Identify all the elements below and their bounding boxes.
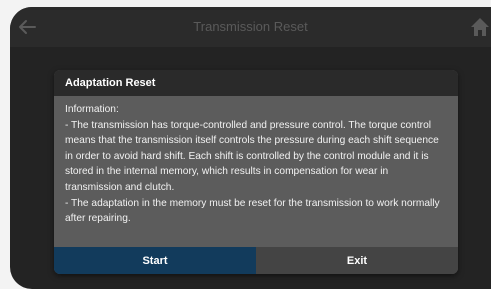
- info-heading: Information:: [65, 104, 119, 115]
- dialog-button-row: Start Exit: [54, 247, 458, 274]
- dialog-body: Information: - The transmission has torq…: [54, 96, 458, 247]
- exit-button[interactable]: Exit: [256, 247, 458, 274]
- home-icon: [471, 18, 489, 36]
- screen-title: Transmission Reset: [193, 19, 308, 34]
- info-paragraph: - The adaptation in the memory must be r…: [65, 197, 440, 225]
- app-screen: Transmission Reset Adaptation Reset Info…: [10, 7, 491, 289]
- top-bar: Transmission Reset: [10, 7, 491, 47]
- dialog-title: Adaptation Reset: [54, 70, 458, 96]
- adaptation-reset-dialog: Adaptation Reset Information: - The tran…: [54, 70, 458, 274]
- home-button[interactable]: [469, 15, 491, 39]
- start-button[interactable]: Start: [54, 247, 256, 274]
- info-paragraph: - The transmission has torque-controlled…: [65, 119, 439, 193]
